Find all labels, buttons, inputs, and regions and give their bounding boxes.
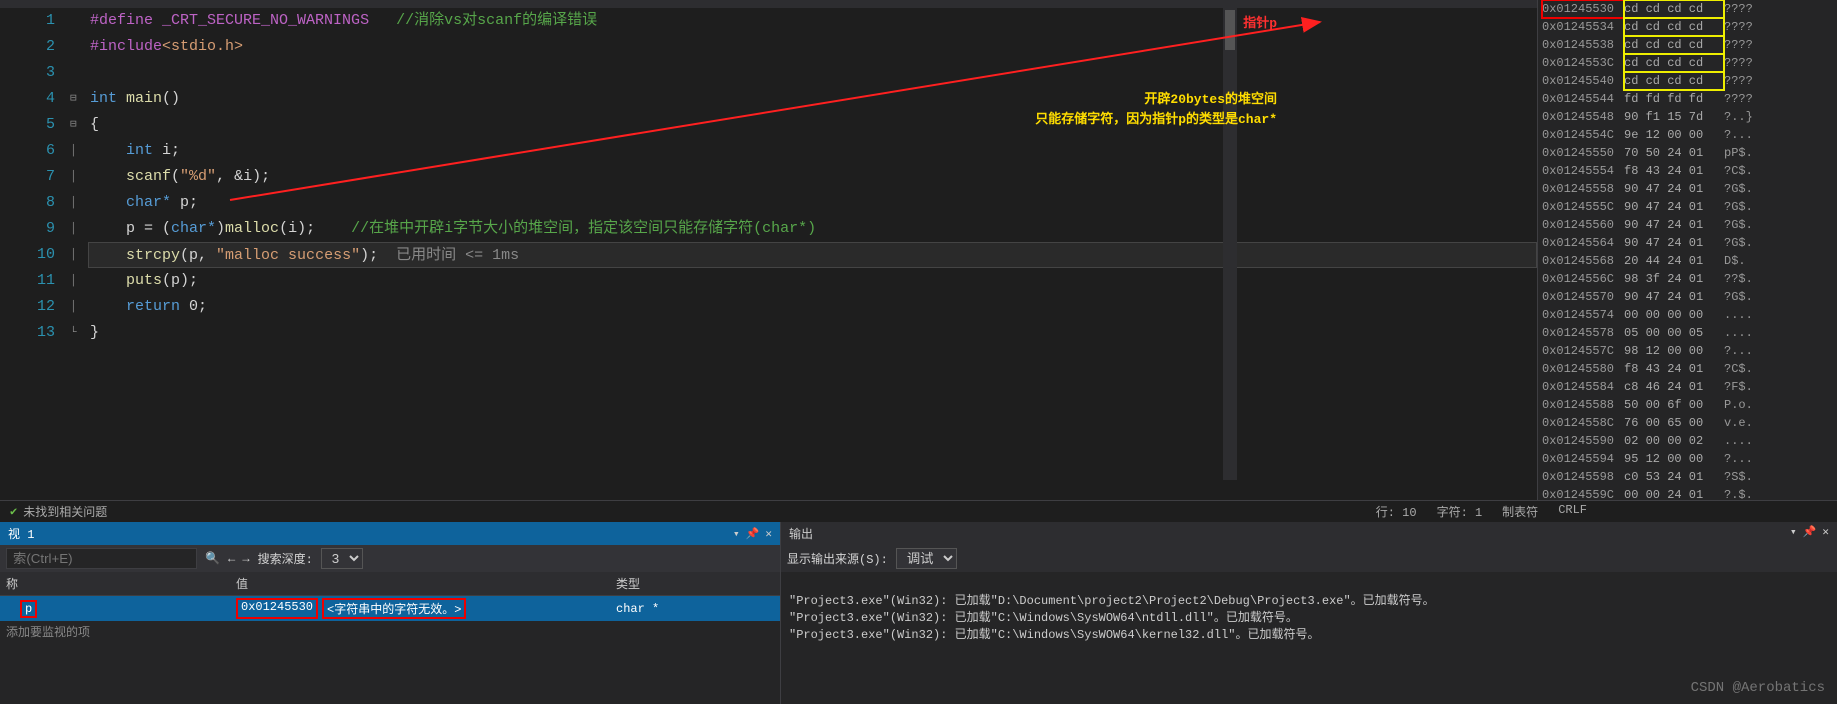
search-icon[interactable]: 🔍 [205,551,220,566]
memory-row[interactable]: 0x01245554f8 43 24 01?C$. [1538,162,1837,180]
memory-row[interactable]: 0x01245538cd cd cd cd???? [1538,36,1837,54]
fold-gutter: ⊟⊟│││││││└ [70,8,90,488]
editor-scrollbar[interactable] [1223,0,1237,480]
memory-row[interactable]: 0x0124556820 44 24 01 D$. [1538,252,1837,270]
memory-row[interactable]: 0x01245544fd fd fd fd???? [1538,90,1837,108]
output-source-label: 显示输出来源(S): [787,550,888,567]
memory-row[interactable]: 0x0124556C98 3f 24 01??$. [1538,270,1837,288]
memory-row[interactable]: 0x01245598c0 53 24 01?S$. [1538,468,1837,486]
memory-row[interactable]: 0x0124557090 47 24 01?G$. [1538,288,1837,306]
comment: //消除vs对scanf的编译错误 [396,12,597,29]
close-icon[interactable]: ✕ [765,527,772,541]
code-body[interactable]: #define _CRT_SECURE_NO_WARNINGS //消除vs对s… [90,8,1537,488]
memory-row[interactable]: 0x0124555C90 47 24 01?G$. [1538,198,1837,216]
code-editor[interactable]: 12345678910111213 ⊟⊟│││││││└ #define _CR… [0,0,1537,500]
depth-select[interactable]: 3 [321,548,363,569]
output-panel[interactable]: 输出 ▾ 📌 ✕ 显示输出来源(S): 调试 "Project3.exe"(Wi… [780,522,1837,704]
memory-row[interactable]: 0x0124554890 f1 15 7d?..} [1538,108,1837,126]
var-icon [6,604,16,614]
memory-row[interactable]: 0x0124559C00 00 24 01?.$. [1538,486,1837,500]
issues-text: 未找到相关问题 [23,503,107,520]
comment: //在堆中开辟i字节大小的堆空间，指定该空间只能存储字符(char*) [351,220,816,237]
memory-row[interactable]: 0x0124557805 00 00 05.... [1538,324,1837,342]
window-pos-icon[interactable]: ▾ [733,527,740,541]
watch-panel[interactable]: 视 1 ▾ 📌 ✕ 🔍 ← → 搜索深度: 3 称 值 类型 p 0x01245… [0,522,780,704]
var-type: char * [616,602,774,616]
depth-label: 搜索深度: [258,550,313,567]
header: <stdio.h> [162,38,243,55]
memory-row[interactable]: 0x01245530cd cd cd cd???? [1538,0,1837,18]
close-icon[interactable]: ✕ [1822,525,1829,542]
watch-title: 视 1 [8,525,34,542]
memory-row[interactable]: 0x0124556490 47 24 01?G$. [1538,234,1837,252]
watch-columns: 称 值 类型 [0,572,780,596]
memory-row[interactable]: 0x01245540cd cd cd cd???? [1538,72,1837,90]
output-title: 输出 [789,525,813,542]
watch-row[interactable]: p 0x01245530 <字符串中的字符无效。> char * [0,596,780,621]
memory-row[interactable]: 0x01245584c8 46 24 01?F$. [1538,378,1837,396]
project-tab [0,0,1537,8]
macro-name: _CRT_SECURE_NO_WARNINGS [162,12,369,29]
memory-row[interactable]: 0x0124555070 50 24 01pP$. [1538,144,1837,162]
include-kw: #include [90,38,162,55]
watch-title-bar[interactable]: 视 1 ▾ 📌 ✕ [0,522,780,545]
memory-row[interactable]: 0x0124556090 47 24 01?G$. [1538,216,1837,234]
memory-row[interactable]: 0x0124559002 00 00 02.... [1538,432,1837,450]
memory-row[interactable]: 0x0124558C76 00 65 00v.e. [1538,414,1837,432]
add-watch-item[interactable]: 添加要监视的项 [0,621,780,642]
perf-hint: 已用时间 <= 1ms [396,247,519,264]
memory-row[interactable]: 0x0124554C9e 12 00 00?... [1538,126,1837,144]
var-name: p [20,600,37,618]
pin-icon[interactable]: 📌 [746,527,760,541]
window-pos-icon[interactable]: ▾ [1790,525,1797,542]
output-source-select[interactable]: 调试 [896,548,957,569]
memory-row[interactable]: 0x0124557400 00 00 00.... [1538,306,1837,324]
status-bar: ✔ 未找到相关问题 行: 10 字符: 1 制表符 CRLF [0,500,1837,522]
watermark: CSDN @Aerobatics [1691,680,1825,696]
memory-panel[interactable]: 0x01245530cd cd cd cd????0x01245534cd cd… [1537,0,1837,500]
int-kw: int [90,90,117,107]
memory-row[interactable]: 0x0124558850 00 6f 00P.o. [1538,396,1837,414]
output-title-bar[interactable]: 输出 ▾ 📌 ✕ [781,522,1837,545]
output-text[interactable]: "Project3.exe"(Win32): 已加载"D:\Document\p… [781,572,1837,682]
watch-search-input[interactable] [6,548,197,569]
memory-row[interactable]: 0x0124559495 12 00 00?... [1538,450,1837,468]
memory-row[interactable]: 0x0124553Ccd cd cd cd???? [1538,54,1837,72]
line-gutter: 12345678910111213 [0,8,70,488]
var-message: <字符串中的字符无效。> [322,598,466,619]
var-address: 0x01245530 [236,598,318,619]
main-fn: main [126,90,162,107]
memory-row[interactable]: 0x0124555890 47 24 01?G$. [1538,180,1837,198]
check-icon: ✔ [10,504,17,519]
current-line: strcpy(p, "malloc success"); 已用时间 <= 1ms [88,242,1537,268]
pin-icon[interactable]: 📌 [1803,525,1817,542]
memory-row[interactable]: 0x01245580f8 43 24 01?C$. [1538,360,1837,378]
memory-row[interactable]: 0x01245534cd cd cd cd???? [1538,18,1837,36]
memory-row[interactable]: 0x0124557C98 12 00 00?... [1538,342,1837,360]
define-kw: #define [90,12,153,29]
